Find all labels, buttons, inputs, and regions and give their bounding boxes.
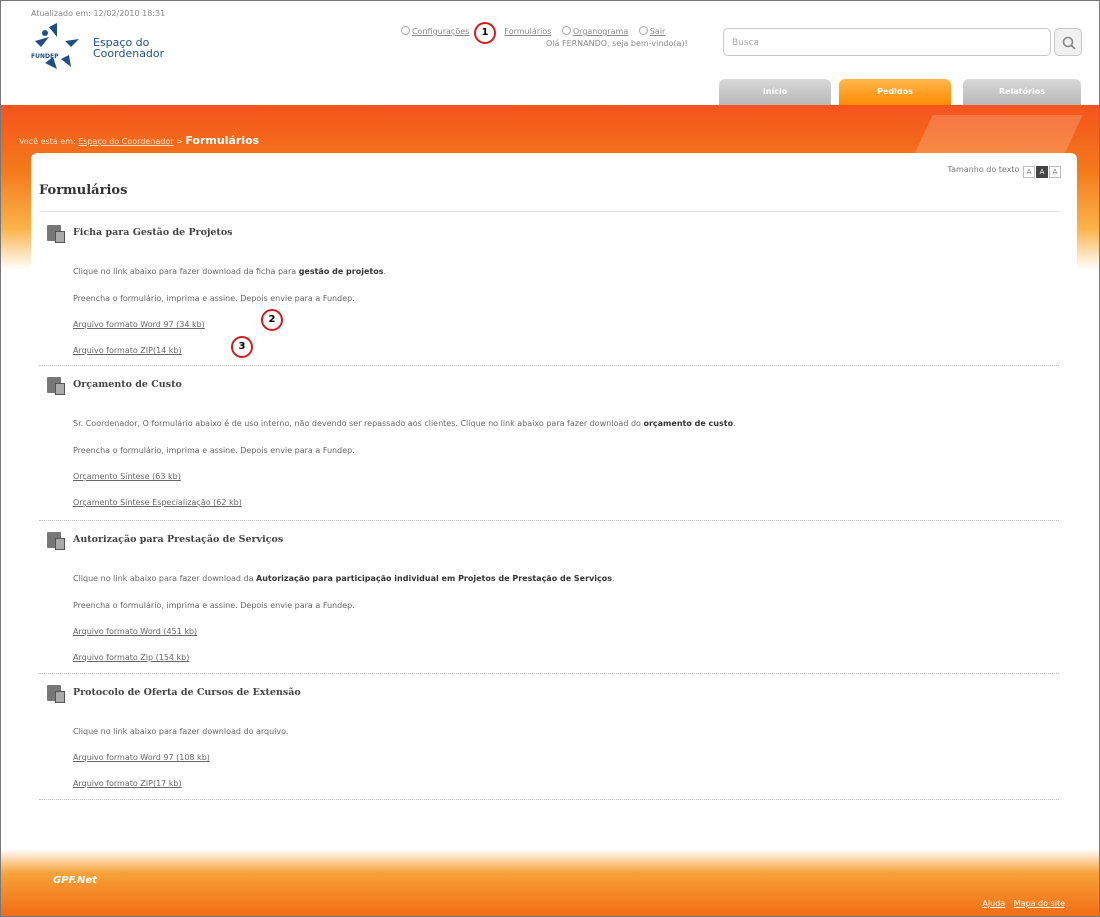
- search-input[interactable]: Busca: [723, 28, 1051, 56]
- breadcrumb-current: Formulários: [185, 134, 260, 147]
- document-icon: [47, 532, 65, 550]
- download-link-sintese[interactable]: Orçamento Síntese (63 kb): [73, 472, 181, 481]
- user-greeting: Olá FERNANDO, seja bem-vindo(a)!: [546, 39, 688, 48]
- link-configuracoes[interactable]: Configurações: [412, 27, 469, 36]
- top-links: Configurações Formulários Organograma Sa…: [401, 26, 673, 36]
- section-title: Orçamento de Custo: [73, 379, 182, 390]
- divider: [39, 211, 1059, 212]
- section-intro: Sr. Coordenador, O formulário abaixo é d…: [73, 419, 736, 428]
- divider: [39, 673, 1059, 674]
- text-size-small[interactable]: A: [1023, 166, 1035, 178]
- tab-inicio[interactable]: Início: [719, 79, 831, 105]
- divider: [39, 520, 1059, 521]
- annotation-badge-3: 3: [231, 336, 253, 358]
- organogram-icon: [561, 26, 571, 35]
- download-link-word[interactable]: Arquivo formato Word (451 kb): [73, 627, 197, 636]
- section-instruction: Preencha o formulário, imprima e assine.…: [73, 294, 355, 303]
- section-intro: Clique no link abaixo para fazer downloa…: [73, 574, 615, 583]
- section-title: Autorização para Prestação de Serviços: [73, 534, 284, 545]
- download-link-zip[interactable]: Arquivo formato ZIP(17 kb): [73, 779, 182, 788]
- last-updated: Atualizado em: 12/02/2010 18:31: [31, 9, 166, 18]
- divider: [39, 799, 1059, 800]
- settings-icon: [401, 26, 410, 35]
- breadcrumb-prefix: Você está em:: [19, 137, 76, 146]
- section-intro: Clique no link abaixo para fazer downloa…: [73, 267, 387, 276]
- logo-line-2: Coordenador: [93, 47, 165, 60]
- search-button[interactable]: [1054, 28, 1082, 56]
- footer: [1, 849, 1099, 916]
- logout-icon: [638, 26, 648, 35]
- document-icon: [47, 225, 65, 243]
- download-link-word[interactable]: Arquivo formato Word 97 (108 kb): [73, 753, 210, 762]
- annotation-badge-1: 1: [474, 22, 496, 44]
- footer-link-mapa[interactable]: Mapa do site: [1014, 899, 1065, 908]
- breadcrumb: Você está em: Espaço do Coordenador > Fo…: [19, 134, 259, 147]
- download-link-zip[interactable]: Arquivo formato Zip (154 kb): [73, 653, 189, 662]
- search-icon: [1062, 36, 1076, 50]
- download-link-sintese-especializacao[interactable]: Orçamento Síntese Especialização (62 kb): [73, 498, 242, 507]
- breadcrumb-separator: >: [176, 137, 183, 146]
- text-size-medium[interactable]: A: [1036, 166, 1048, 178]
- section-instruction: Preencha o formulário, imprima e assine.…: [73, 601, 355, 610]
- text-size-control: Tamanho do texto AAA: [948, 165, 1061, 178]
- document-icon: [47, 685, 65, 703]
- section-intro: Clique no link abaixo para fazer downloa…: [73, 727, 289, 736]
- document-icon: [47, 377, 65, 395]
- download-link-zip[interactable]: Arquivo formato ZIP(14 kb): [73, 346, 182, 355]
- breadcrumb-link[interactable]: Espaço do Coordenador: [78, 137, 173, 146]
- footer-links: Ajuda Mapa do site: [976, 899, 1065, 908]
- fundep-logo-icon: [35, 23, 79, 69]
- gpf-logo: GPF.Net: [53, 875, 97, 886]
- page-frame: Atualizado em: 12/02/2010 18:31 FUNDEP E…: [0, 0, 1100, 917]
- main-content: Tamanho do texto AAA Formulários Ficha p…: [31, 153, 1077, 823]
- section-title: Ficha para Gestão de Projetos: [73, 227, 233, 238]
- divider: [39, 365, 1059, 366]
- annotation-badge-2: 2: [261, 309, 283, 331]
- footer-link-ajuda[interactable]: Ajuda: [982, 899, 1005, 908]
- logo-title: Espaço do Coordenador: [93, 37, 164, 59]
- download-link-word[interactable]: Arquivo formato Word 97 (34 kb): [73, 320, 205, 329]
- section-title: Protocolo de Oferta de Cursos de Extensã…: [73, 687, 301, 698]
- fundep-logo[interactable]: FUNDEP Espaço do Coordenador: [31, 23, 211, 73]
- link-formularios[interactable]: Formulários: [504, 27, 551, 36]
- section-instruction: Preencha o formulário, imprima e assine.…: [73, 446, 355, 455]
- logo-name: FUNDEP: [31, 53, 59, 60]
- text-size-large[interactable]: A: [1049, 166, 1061, 178]
- page-title: Formulários: [39, 183, 128, 198]
- tab-pedidos[interactable]: Pedidos: [839, 79, 951, 105]
- link-sair[interactable]: Sair: [650, 27, 666, 36]
- text-size-label: Tamanho do texto: [947, 165, 1020, 174]
- tab-relatorios[interactable]: Relatórios: [963, 79, 1081, 105]
- link-organograma[interactable]: Organograma: [573, 27, 628, 36]
